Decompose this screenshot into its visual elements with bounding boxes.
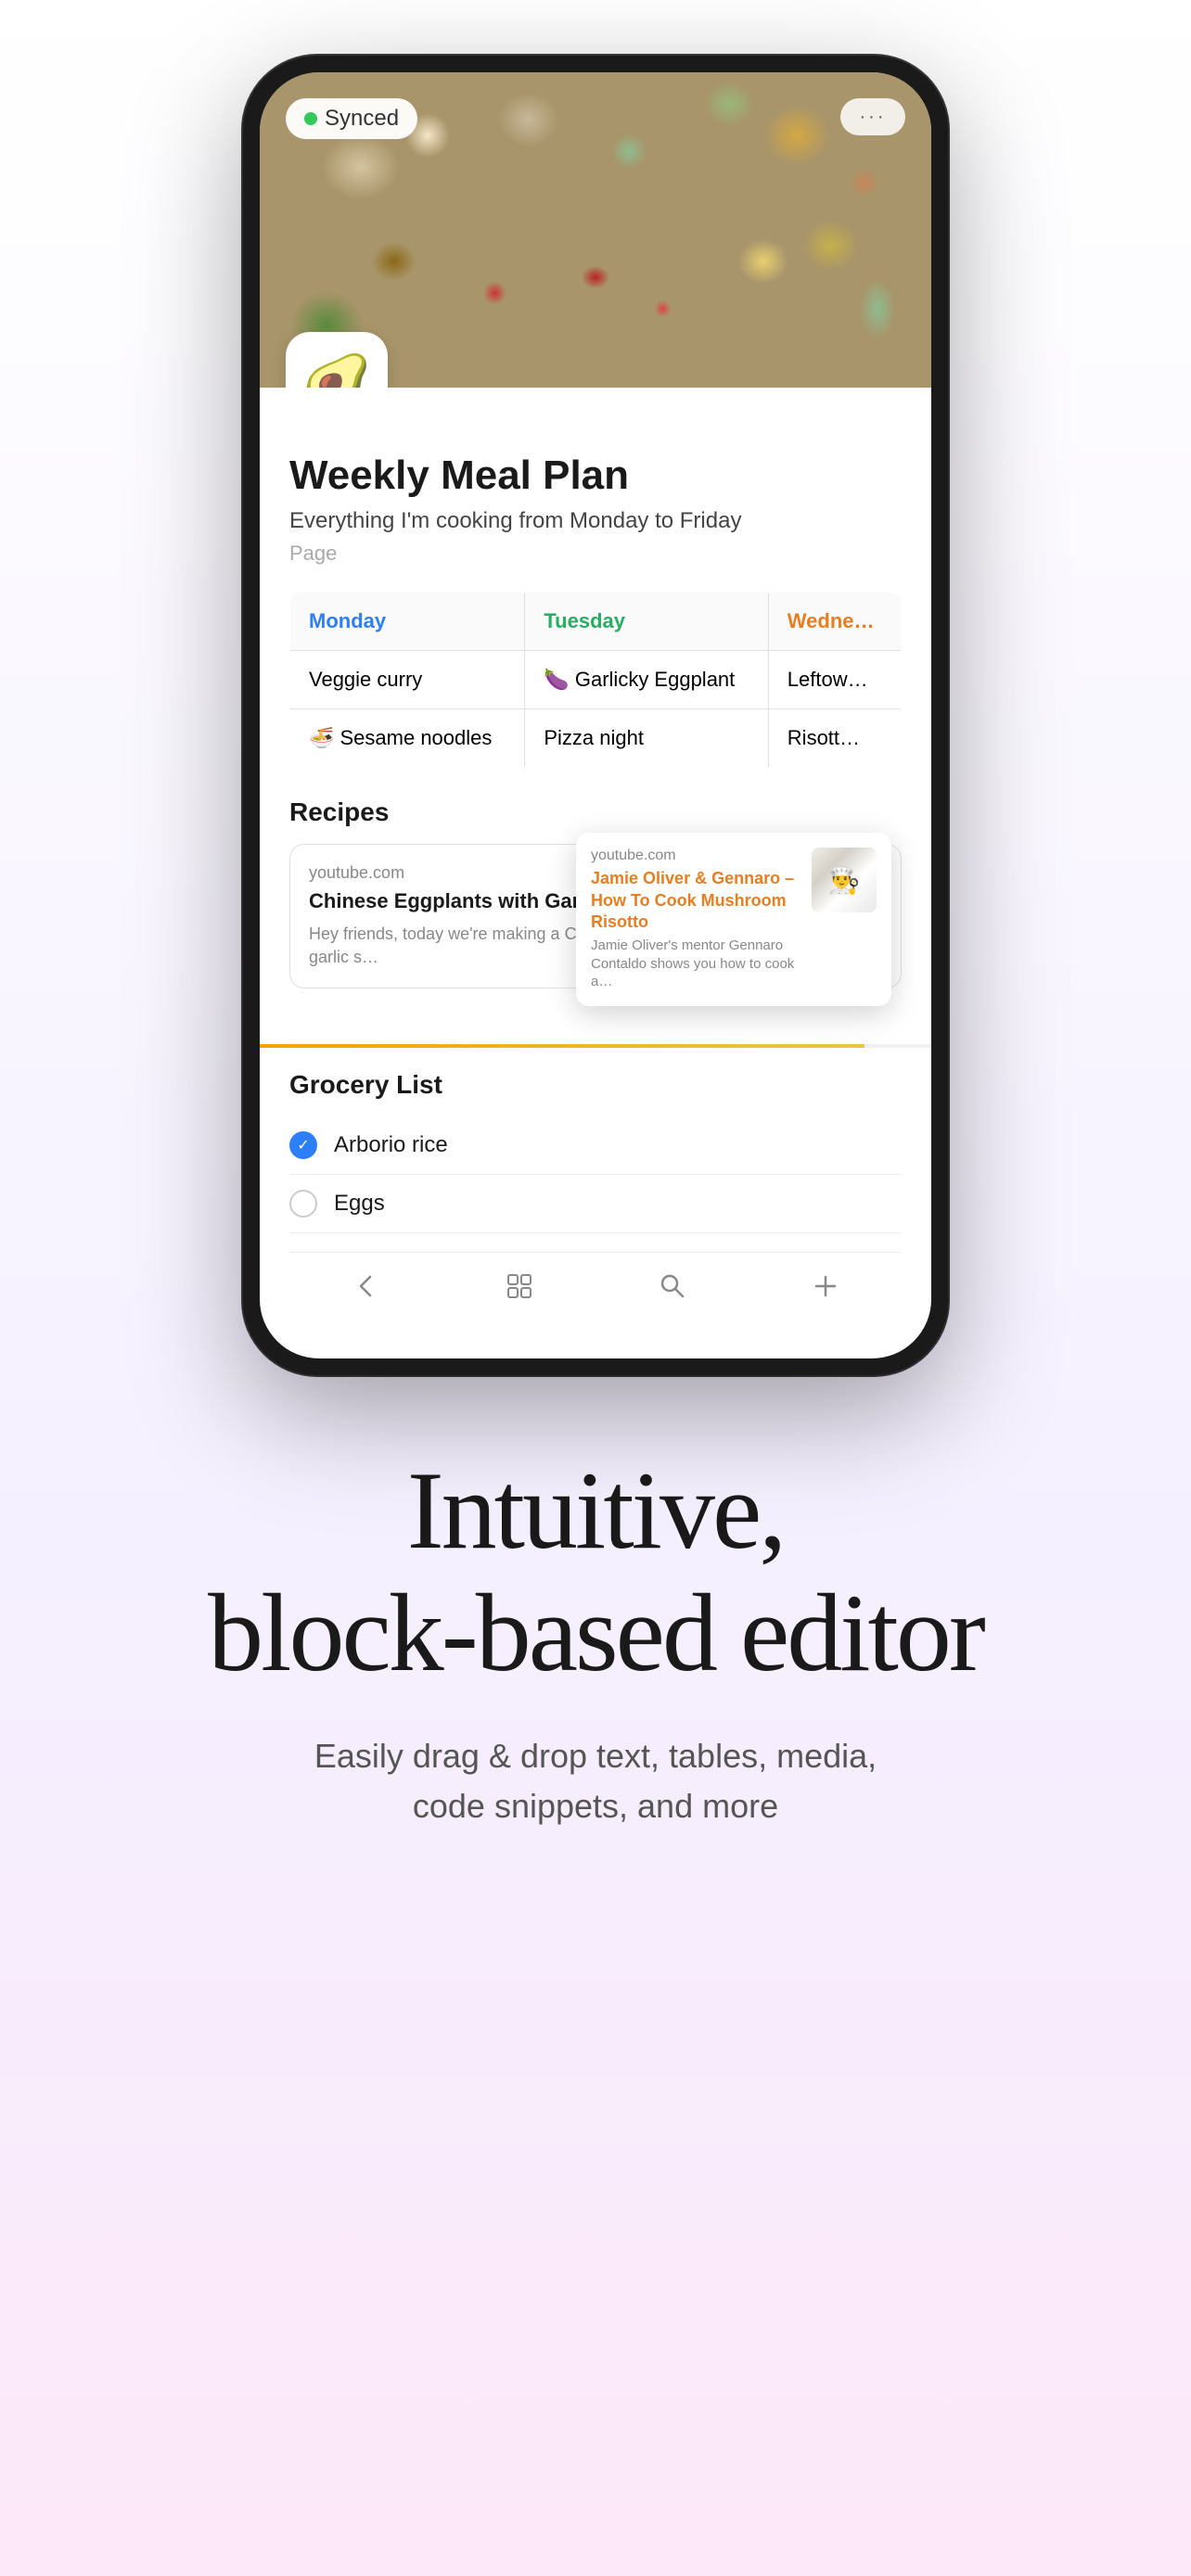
- phone-wrapper: Synced ··· 🥑 Weekly Meal Plan Everything…: [243, 56, 948, 1375]
- grid-icon: [505, 1271, 534, 1301]
- recipe-popup-card[interactable]: youtube.com Jamie Oliver & Gennaro – How…: [576, 833, 891, 1006]
- search-icon: [658, 1271, 687, 1301]
- col-wednesday: Wedne…: [768, 593, 901, 651]
- popup-desc: Jamie Oliver's mentor Gennaro Contaldo s…: [591, 937, 799, 991]
- content-area: Weekly Meal Plan Everything I'm cooking …: [260, 388, 931, 1358]
- page-title: Weekly Meal Plan: [289, 453, 902, 499]
- popup-thumbnail: 👨‍🍳: [812, 848, 877, 912]
- page-subtitle: Everything I'm cooking from Monday to Fr…: [289, 508, 902, 534]
- bottom-nav: [289, 1252, 902, 1331]
- nav-back-button[interactable]: [352, 1271, 381, 1301]
- meal-table: Monday Tuesday Wedne… Veggie curry 🍆 Gar…: [289, 592, 902, 768]
- nav-search-button[interactable]: [658, 1271, 687, 1301]
- hero-image: Synced ··· 🥑: [260, 72, 931, 388]
- nav-grid-button[interactable]: [505, 1271, 534, 1301]
- grocery-header: Grocery List: [289, 1070, 902, 1100]
- plus-icon: [811, 1271, 840, 1301]
- col-monday: Monday: [290, 593, 525, 651]
- grocery-section: Grocery List ✓ Arborio rice Eggs: [289, 1048, 902, 1233]
- recipes-header: Recipes: [289, 797, 902, 827]
- phone-screen: Synced ··· 🥑 Weekly Meal Plan Everything…: [260, 72, 931, 1358]
- progress-bar-container: [260, 1044, 931, 1048]
- more-button[interactable]: ···: [840, 98, 905, 135]
- app-icon: 🥑: [286, 332, 388, 388]
- table-row: Veggie curry 🍆 Garlicky Eggplant Leftow…: [290, 651, 902, 709]
- cell-tue-2: Pizza night: [525, 709, 768, 768]
- synced-label: Synced: [325, 106, 399, 132]
- grocery-item-2[interactable]: Eggs: [289, 1175, 902, 1233]
- checkbox-empty[interactable]: [289, 1190, 317, 1218]
- grocery-item-1[interactable]: ✓ Arborio rice: [289, 1116, 902, 1175]
- headline-main: Intuitive, block-based editor: [208, 1449, 983, 1694]
- col-tuesday: Tuesday: [525, 593, 768, 651]
- synced-badge: Synced: [286, 98, 417, 139]
- cell-mon-1: Veggie curry: [290, 651, 525, 709]
- headline-sub: Easily drag & drop text, tables, media,c…: [271, 1731, 920, 1831]
- chevron-left-icon: [352, 1271, 381, 1301]
- cell-wed-1: Leftow…: [768, 651, 901, 709]
- grocery-label-1: Arborio rice: [334, 1132, 448, 1158]
- progress-bar-fill: [260, 1044, 864, 1048]
- page-type: Page: [289, 542, 902, 566]
- synced-dot: [304, 112, 317, 125]
- checkbox-checked[interactable]: ✓: [289, 1131, 317, 1159]
- nav-add-button[interactable]: [811, 1271, 840, 1301]
- popup-content: youtube.com Jamie Oliver & Gennaro – How…: [591, 848, 799, 991]
- cell-wed-2: Risott…: [768, 709, 901, 768]
- cell-mon-2: 🍜 Sesame noodles: [290, 709, 525, 768]
- popup-source: youtube.com: [591, 848, 799, 864]
- popup-title: Jamie Oliver & Gennaro – How To Cook Mus…: [591, 868, 799, 933]
- table-row: 🍜 Sesame noodles Pizza night Risott…: [290, 709, 902, 768]
- cell-tue-1: 🍆 Garlicky Eggplant: [525, 651, 768, 709]
- grocery-label-2: Eggs: [334, 1191, 385, 1217]
- lower-section: Intuitive, block-based editor Easily dra…: [134, 1449, 1057, 1831]
- recipe-card-1[interactable]: youtube.com Chinese Eggplants with Garli…: [289, 844, 902, 988]
- phone-frame: Synced ··· 🥑 Weekly Meal Plan Everything…: [243, 56, 948, 1375]
